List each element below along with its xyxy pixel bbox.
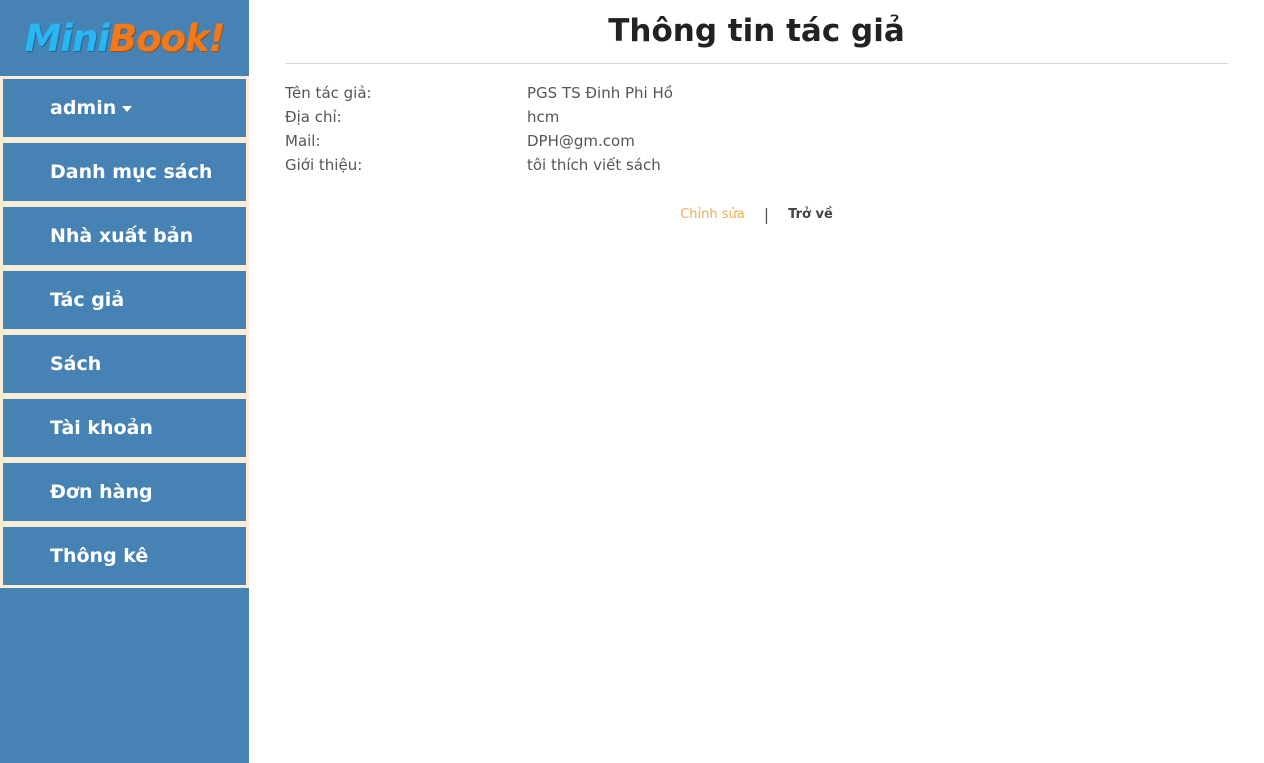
detail-value: tôi thích viết sách — [527, 156, 661, 174]
detail-row-intro: Giới thiệu: tôi thích viết sách — [285, 153, 1228, 177]
action-separator: | — [763, 205, 770, 224]
sidebar-item-publishers[interactable]: Nhà xuất bản — [3, 207, 246, 265]
detail-value: hcm — [527, 108, 560, 126]
detail-value: DPH@gm.com — [527, 132, 635, 150]
sidebar-item-orders[interactable]: Đơn hàng — [3, 463, 246, 521]
detail-label: Giới thiệu: — [285, 156, 363, 174]
brand-logo-part1: Mini — [24, 16, 110, 60]
action-links: Chỉnh sửa | Trở về — [285, 205, 1228, 224]
sidebar-item-label: Đơn hàng — [50, 481, 153, 503]
title-divider — [285, 63, 1228, 64]
page-title: Thông tin tác giả — [608, 13, 905, 49]
edit-link[interactable]: Chỉnh sửa — [680, 207, 745, 222]
sidebar-item-label: Danh mục sách — [50, 161, 213, 183]
sidebar: Mini Book! admin Danh mục sách Nhà xuất … — [0, 0, 249, 763]
brand-logo[interactable]: Mini Book! — [0, 0, 249, 76]
detail-row-mail: Mail: DPH@gm.com — [285, 129, 1228, 153]
detail-row-name: Tên tác giả: PGS TS Đinh Phi Hồ — [285, 81, 1228, 105]
sidebar-item-label: Tài khoản — [50, 417, 153, 439]
sidebar-item-authors[interactable]: Tác giả — [3, 271, 246, 329]
sidebar-item-books[interactable]: Sách — [3, 335, 246, 393]
brand-logo-part2: Book! — [109, 16, 226, 60]
main-content: Thông tin tác giả Tên tác giả: PGS TS Đi… — [285, 0, 1228, 224]
back-link[interactable]: Trở về — [788, 207, 833, 222]
sidebar-item-label: Nhà xuất bản — [50, 225, 194, 247]
sidebar-item-statistics[interactable]: Thông kê — [3, 527, 246, 585]
detail-label: Tên tác giả: — [285, 84, 372, 102]
author-details: Tên tác giả: PGS TS Đinh Phi Hồ Địa chỉ:… — [285, 81, 1228, 177]
sidebar-item-label: Thông kê — [50, 545, 149, 567]
detail-label: Mail: — [285, 132, 321, 150]
sidebar-item-label: Sách — [50, 353, 102, 375]
sidebar-menu: admin Danh mục sách Nhà xuất bản Tác giả… — [0, 76, 249, 588]
detail-label: Địa chỉ: — [285, 108, 342, 126]
detail-value: PGS TS Đinh Phi Hồ — [527, 84, 673, 102]
sidebar-item-accounts[interactable]: Tài khoản — [3, 399, 246, 457]
user-menu-dropdown[interactable]: admin — [3, 79, 246, 137]
user-menu-label: admin — [50, 97, 117, 119]
detail-row-address: Địa chỉ: hcm — [285, 105, 1228, 129]
caret-down-icon — [122, 106, 133, 112]
sidebar-item-label: Tác giả — [50, 289, 125, 311]
sidebar-item-categories[interactable]: Danh mục sách — [3, 143, 246, 201]
